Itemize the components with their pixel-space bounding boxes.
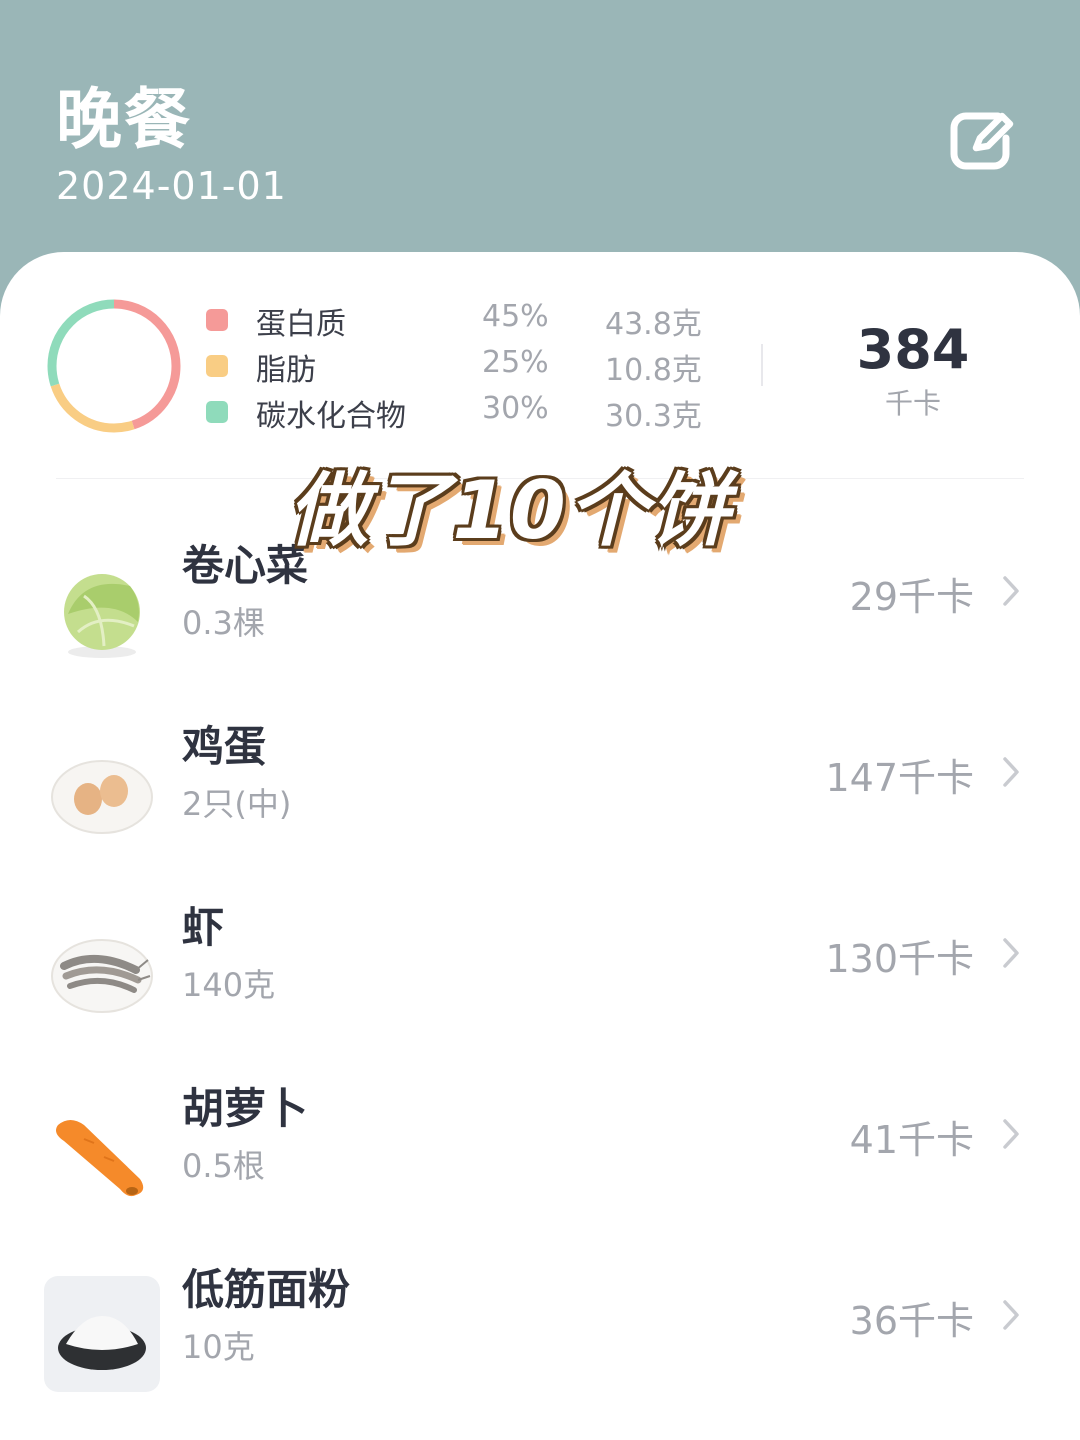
summary-divider: [761, 344, 763, 386]
food-name: 胡萝卜: [182, 1084, 309, 1133]
food-name: 虾: [182, 903, 225, 952]
food-item-flour[interactable]: 低筋面粉 10克 36千卡: [0, 1254, 1080, 1414]
macro-row-fat: 脂肪 25% 10.8克: [0, 345, 760, 391]
macro-amount: 10.8克: [605, 353, 702, 388]
macro-amount: 30.3克: [605, 399, 702, 434]
fat-color-dot: [206, 355, 228, 377]
food-name: 鸡蛋: [182, 722, 267, 771]
food-calories: 130千卡: [825, 937, 974, 981]
flour-icon: [44, 1276, 160, 1392]
edit-button[interactable]: [946, 104, 1016, 174]
food-quantity: 140克: [182, 966, 276, 1004]
total-calories: 384: [856, 318, 970, 381]
chevron-right-icon: [1003, 576, 1019, 606]
macro-name: 蛋白质: [256, 307, 346, 342]
macro-name: 脂肪: [256, 353, 316, 388]
food-quantity: 0.3棵: [182, 604, 265, 642]
overlay-caption: 做了10个饼: [288, 464, 732, 557]
food-quantity: 10克: [182, 1328, 255, 1366]
macro-name: 碳水化合物: [256, 399, 406, 434]
macro-row-protein: 蛋白质 45% 43.8克: [0, 299, 760, 345]
food-item-shrimp[interactable]: 虾 140克 130千卡: [0, 892, 1080, 1052]
food-item-carrot[interactable]: 胡萝卜 0.5根 41千卡: [0, 1073, 1080, 1233]
edit-icon: [950, 112, 1014, 170]
macro-amount: 43.8克: [605, 307, 702, 342]
chevron-right-icon: [1003, 1300, 1019, 1330]
chevron-right-icon: [1003, 1119, 1019, 1149]
cabbage-icon: [64, 574, 140, 658]
food-calories: 147千卡: [825, 756, 974, 800]
macro-percent: 45%: [482, 299, 549, 334]
carrot-icon: [56, 1120, 144, 1197]
eggs-icon: [51, 760, 153, 834]
chevron-right-icon: [1003, 757, 1019, 787]
food-name: 低筋面粉: [182, 1265, 351, 1314]
meal-date: 2024-01-01: [56, 164, 287, 208]
shrimp-icon: [51, 939, 153, 1013]
food-calories: 29千卡: [849, 575, 974, 619]
macro-row-carbs: 碳水化合物 30% 30.3克: [0, 391, 760, 437]
food-quantity: 2只(中): [182, 785, 292, 823]
food-item-egg[interactable]: 鸡蛋 2只(中) 147千卡: [0, 711, 1080, 871]
total-calories-unit: 千卡: [884, 387, 941, 420]
macro-percent: 30%: [482, 391, 549, 426]
protein-color-dot: [206, 309, 228, 331]
carbs-color-dot: [206, 401, 228, 423]
chevron-right-icon: [1003, 938, 1019, 968]
food-calories: 41千卡: [849, 1118, 974, 1162]
macro-percent: 25%: [482, 345, 549, 380]
page-title: 晚餐: [56, 81, 192, 158]
food-calories: 36千卡: [849, 1299, 974, 1343]
food-quantity: 0.5根: [182, 1147, 265, 1185]
